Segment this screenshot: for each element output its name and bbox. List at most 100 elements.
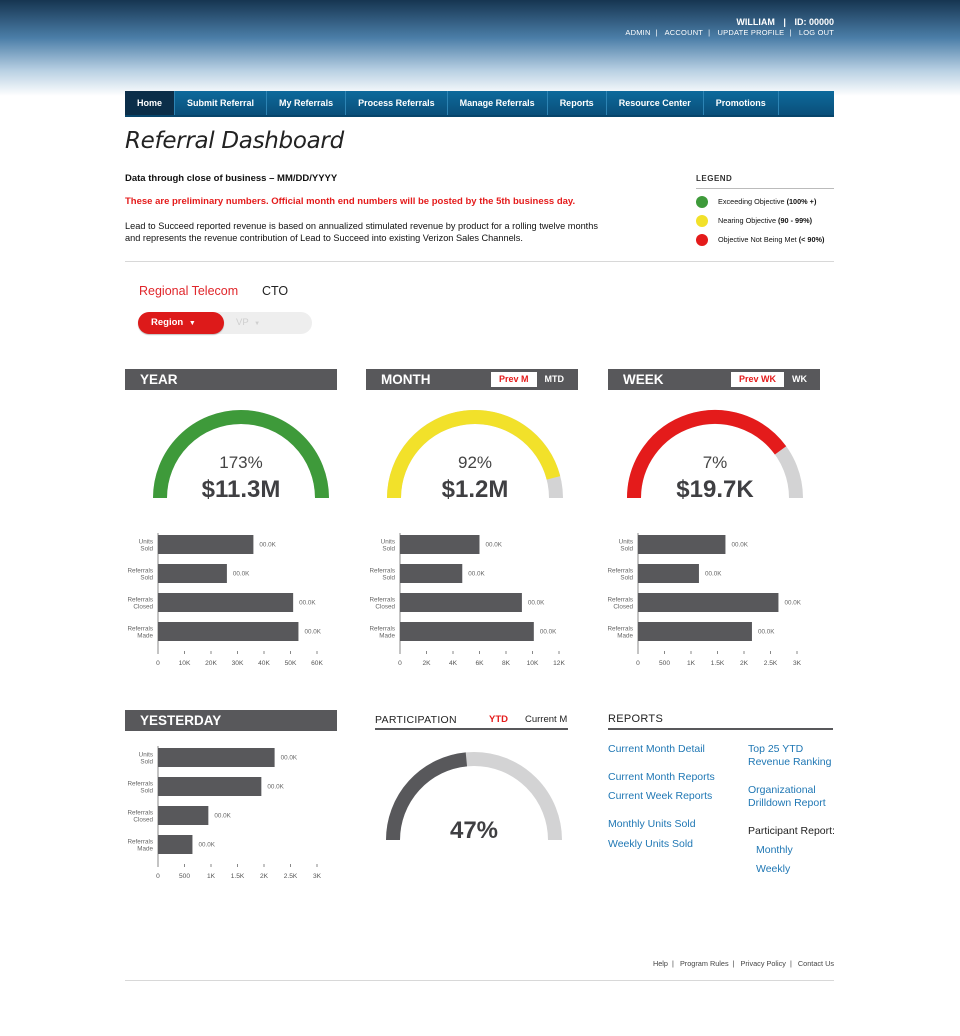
year-gauge: 173% $11.3M [153,409,329,503]
logout-link[interactable]: LOG OUT [799,28,834,37]
category-label: Units [619,539,633,546]
report-link-monthly-units-sold[interactable]: Monthly Units Sold [608,818,696,831]
report-link-org-drilldown[interactable]: Organizational Drilldown Report [748,784,836,810]
report-link-top-25[interactable]: Top 25 YTD Revenue Ranking [748,743,836,769]
tick-label: 500 [179,873,190,880]
gauge-percent: 92% [458,453,492,472]
tab-prev-month[interactable]: Prev M [490,372,537,387]
page-title: Referral Dashboard [125,128,344,154]
data-label: 00.0K [233,571,250,578]
bar [638,622,752,641]
tab-week[interactable]: WK [784,372,815,387]
vp-label: VP [236,317,249,328]
data-label: 00.0K [267,784,284,791]
tick-label: 1.5K [711,660,725,667]
report-link-weekly-units-sold[interactable]: Weekly Units Sold [608,838,693,851]
preliminary-notice: These are preliminary numbers. Official … [125,196,576,207]
nav-process-referrals[interactable]: Process Referrals [346,91,448,115]
tick-label: 12K [553,660,565,667]
tab-ytd[interactable]: YTD [489,714,508,725]
tab-current-month[interactable]: Current M [525,714,567,725]
category-label: Units [139,752,153,759]
data-label: 00.0K [259,542,276,549]
nav-resource-center[interactable]: Resource Center [607,91,704,115]
week-tabs: Prev WK WK [730,372,815,387]
bar [400,593,522,612]
nav-my-referrals[interactable]: My Referrals [267,91,347,115]
participant-report-weekly[interactable]: Weekly [756,863,790,876]
account-link[interactable]: ACCOUNT [665,28,703,37]
data-label: 00.0K [528,600,545,607]
category-label: Units [139,539,153,546]
data-label: 00.0K [540,629,557,636]
footer-privacy-link[interactable]: Privacy Policy [741,959,786,968]
data-label: 00.0K [705,571,722,578]
tab-mtd[interactable]: MTD [537,372,573,387]
tick-label: 500 [659,660,670,667]
separator: | [783,17,786,27]
yellow-dot-icon [696,214,708,227]
report-link-current-month-reports[interactable]: Current Month Reports [608,771,715,784]
legend-range: (< 90%) [798,235,825,244]
tick-label: 2.5K [764,660,778,667]
tab-prev-week[interactable]: Prev WK [730,372,784,387]
bar [638,535,726,554]
gauge-value: 47% [450,817,498,844]
gauge-value: $1.2M [442,476,509,503]
participant-report-monthly[interactable]: Monthly [756,844,793,857]
data-through-text: Data through close of business – MM/DD/Y… [125,173,338,184]
data-label: 00.0K [486,542,503,549]
gauge-value: $11.3M [202,476,281,503]
report-link-current-week-reports[interactable]: Current Week Reports [608,790,712,803]
category-label: Sold [382,546,395,553]
data-label: 00.0K [784,600,801,607]
footer-divider [125,980,834,981]
tick-label: 2K [740,660,749,667]
region-label: Region [151,317,184,328]
admin-link[interactable]: ADMIN [625,28,650,37]
regional-telecom-link[interactable]: Regional Telecom [139,284,238,298]
nav-manage-referrals[interactable]: Manage Referrals [448,91,548,115]
divider [125,261,834,262]
footer-contact-link[interactable]: Contact Us [798,959,834,968]
tick-label: 8K [502,660,511,667]
year-header-label: YEAR [140,372,178,387]
footer-help-link[interactable]: Help [653,959,668,968]
report-link-current-month-detail[interactable]: Current Month Detail [608,743,705,756]
participant-report-label: Participant Report: [748,825,835,837]
bar [158,777,262,796]
reports-header: REPORTS [608,713,833,730]
category-label: Referrals [607,597,633,604]
footer-program-rules-link[interactable]: Program Rules [680,959,729,968]
gauge-value: $19.7K [676,476,754,503]
nav-submit-referral[interactable]: Submit Referral [175,91,268,115]
month-panel-header: MONTH Prev M MTD [366,369,578,390]
tick-label: 0 [156,660,160,667]
category-label: Made [617,633,633,640]
vp-dropdown-button[interactable]: VP ▼ [236,312,260,334]
category-label: Closed [133,604,153,611]
nav-promotions[interactable]: Promotions [704,91,779,115]
tick-label: 0 [398,660,402,667]
data-label: 00.0K [198,842,215,849]
category-label: Made [137,633,153,640]
tick-label: 1K [687,660,696,667]
category-label: Sold [140,759,153,766]
data-label: 00.0K [214,813,231,820]
user-id: ID: 00000 [794,17,834,27]
tick-label: 1.5K [231,873,245,880]
category-label: Referrals [369,568,395,575]
tick-label: 0 [636,660,640,667]
tick-label: 10K [179,660,191,667]
region-dropdown-button[interactable]: Region ▼ [138,312,224,334]
bar [158,748,275,767]
nav-reports[interactable]: Reports [548,91,607,115]
user-info: WILLIAM | ID: 00000 [736,17,834,27]
user-name: WILLIAM [736,17,775,27]
update-profile-link[interactable]: UPDATE PROFILE [718,28,785,37]
account-links: ADMIN | ACCOUNT | UPDATE PROFILE | LOG OUT [625,28,834,37]
tick-label: 2K [260,873,269,880]
tick-label: 2.5K [284,873,298,880]
legend-title: LEGEND [696,174,834,189]
nav-home[interactable]: Home [125,91,176,115]
